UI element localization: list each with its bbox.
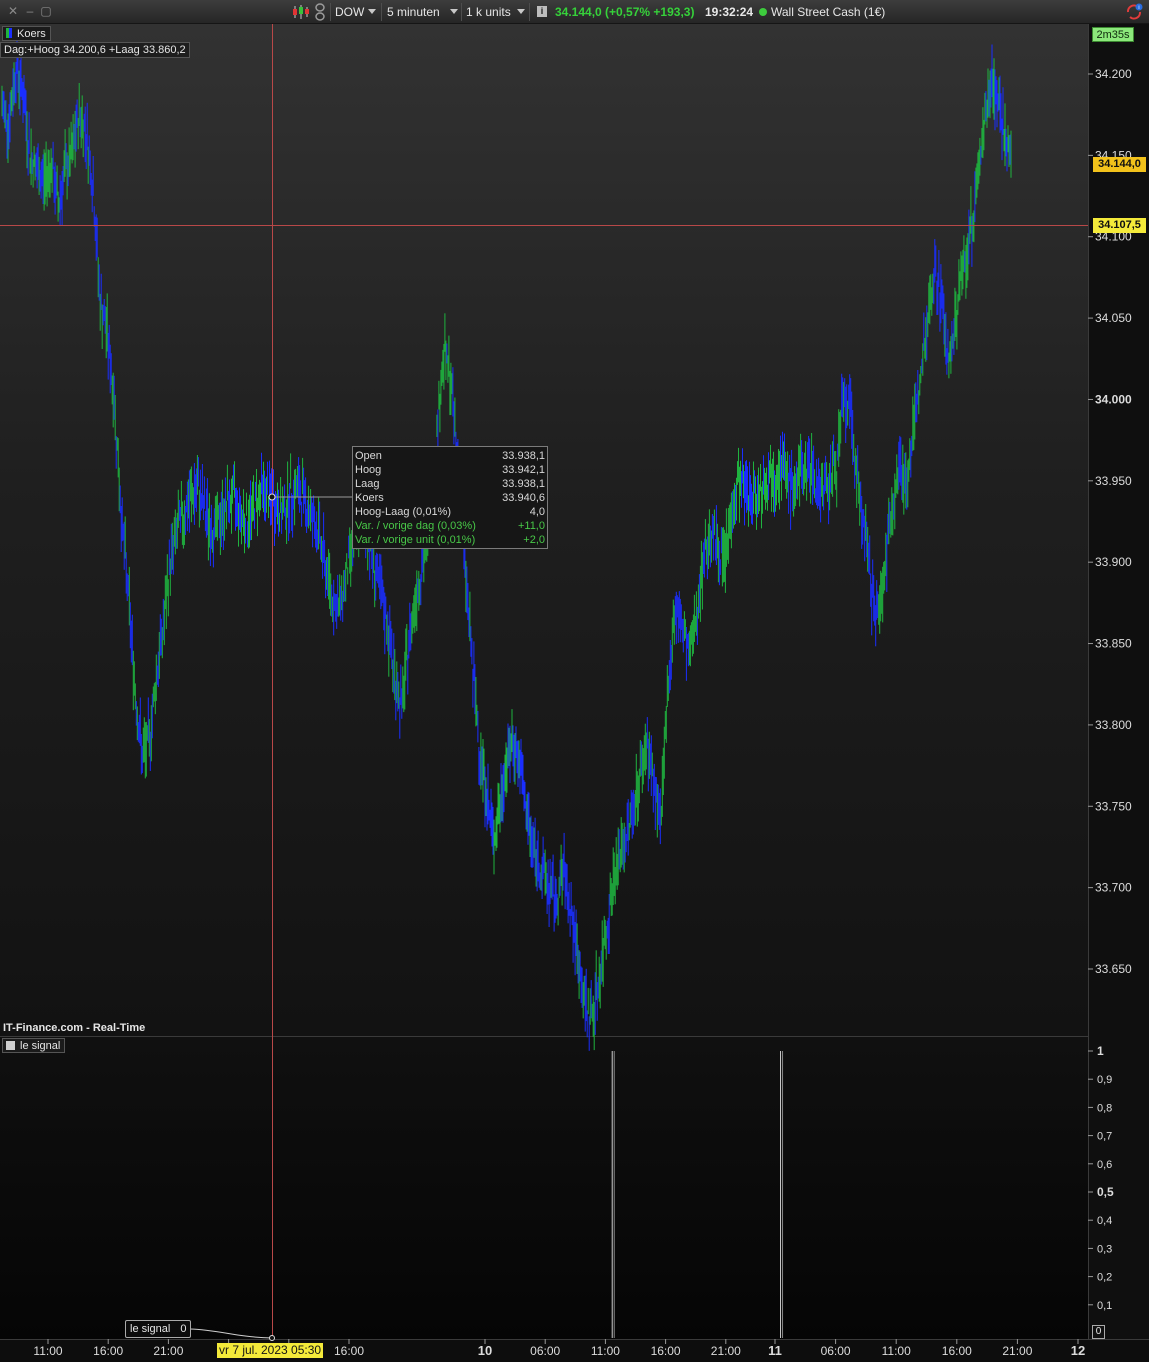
- indicator-axis-label: 0,6: [1097, 1159, 1112, 1171]
- time-axis-label: 16:00: [942, 1344, 972, 1358]
- price-axis-label: 34.050: [1095, 311, 1132, 325]
- bar-info-tooltip: Open 33.938,1 Hoog 33.942,1 Laag 33.938,1 K…: [352, 446, 548, 549]
- signal-zero-badge: 0: [1092, 1325, 1105, 1339]
- signal-label-connector: [189, 1328, 273, 1339]
- signal-value-label: le signal 0: [125, 1320, 192, 1338]
- time-axis-label: 11: [768, 1343, 782, 1358]
- price-axis-ticks: 34.20034.15034.10034.05034.00033.95033.9…: [1088, 67, 1132, 976]
- time-axis-label: 06:00: [530, 1344, 560, 1358]
- price-axis-label: 34.000: [1095, 392, 1132, 406]
- price-axis-label: 33.750: [1095, 799, 1132, 813]
- indicator-axis-label: 0,7: [1097, 1131, 1112, 1143]
- price-axis-label: 33.800: [1095, 718, 1132, 732]
- indicator-axis-label: 0,1: [1097, 1300, 1112, 1312]
- time-axis-label: 21:00: [1002, 1344, 1032, 1358]
- indicator-axis-label: 1: [1097, 1044, 1104, 1058]
- cursor-date-label: vr 7 jul. 2023 05:30: [217, 1343, 324, 1358]
- price-legend-swatch: [6, 28, 12, 38]
- time-axis-label: 11:00: [882, 1344, 911, 1358]
- price-axis-label: 33.700: [1095, 881, 1132, 895]
- indicator-axis-label: 0,8: [1097, 1102, 1112, 1114]
- tooltip-row-var-unit: Var. / vorige unit (0,01%) +2,0: [355, 534, 545, 546]
- price-axis-label: 33.850: [1095, 637, 1132, 651]
- time-axis-label: 11:00: [591, 1344, 620, 1358]
- tooltip-row-low: Laag 33.938,1: [355, 478, 545, 490]
- data-source-label: IT-Finance.com - Real-Time: [3, 1022, 146, 1034]
- indicator-axis-label: 0,5: [1097, 1185, 1114, 1199]
- price-axis-label: 33.900: [1095, 555, 1132, 569]
- crosshair-point-marker: [268, 493, 276, 501]
- price-legend[interactable]: Koers: [2, 26, 51, 41]
- indicator-legend[interactable]: le signal: [2, 1038, 66, 1053]
- indicator-axis-label: 0,9: [1097, 1074, 1112, 1086]
- time-axis-label: 21:00: [711, 1344, 741, 1358]
- time-axis-label: 12: [1071, 1343, 1085, 1358]
- last-price-badge: 34.144,0: [1093, 157, 1146, 172]
- chart-canvas: 34.20034.15034.10034.05034.00033.95033.9…: [0, 24, 1132, 1358]
- time-axis-label: 11:00: [33, 1344, 62, 1358]
- tooltip-row-range: Hoog-Laag (0,01%) 4,0: [355, 506, 545, 518]
- time-axis-label: 16:00: [93, 1344, 123, 1358]
- signal-lines: [611, 1051, 784, 1338]
- daily-range-label: Dag:+Hoog 34.200,6 +Laag 33.860,2: [0, 42, 190, 58]
- indicator-legend-swatch: [6, 1041, 15, 1050]
- price-axis-label: 33.950: [1095, 474, 1132, 488]
- tooltip-row-open: Open 33.938,1: [355, 450, 545, 462]
- time-axis-label: 16:00: [651, 1344, 681, 1358]
- time-axis-label: 21:00: [153, 1344, 183, 1358]
- tooltip-row-high: Hoog 33.942,1: [355, 464, 545, 476]
- time-axis-label: 10: [478, 1343, 492, 1358]
- cursor-price-badge: 34.107,5: [1093, 218, 1146, 233]
- price-axis-label: 34.200: [1095, 67, 1132, 81]
- tooltip-row-var-day: Var. / vorige dag (0,03%) +11,0: [355, 520, 545, 532]
- price-axis-label: 33.650: [1095, 962, 1132, 976]
- time-axis-label: 16:00: [334, 1344, 364, 1358]
- bar-timer-badge: 2m35s: [1092, 27, 1134, 42]
- indicator-axis-label: 0,3: [1097, 1243, 1112, 1255]
- time-axis-label: 06:00: [821, 1344, 851, 1358]
- signal-point-marker: [269, 1335, 275, 1341]
- tooltip-row-close: Koers 33.940,6: [355, 492, 545, 504]
- indicator-axis-ticks: 1 0,9 0,8 0,7 0,6 0,5 0,4 0,3 0,2 0,1: [1088, 1044, 1114, 1312]
- indicator-axis-label: 0,2: [1097, 1272, 1112, 1284]
- time-axis-ticks: 11:0016:0021:000711:0016:001006:0011:001…: [33, 1339, 1085, 1358]
- indicator-axis-label: 0,4: [1097, 1215, 1112, 1227]
